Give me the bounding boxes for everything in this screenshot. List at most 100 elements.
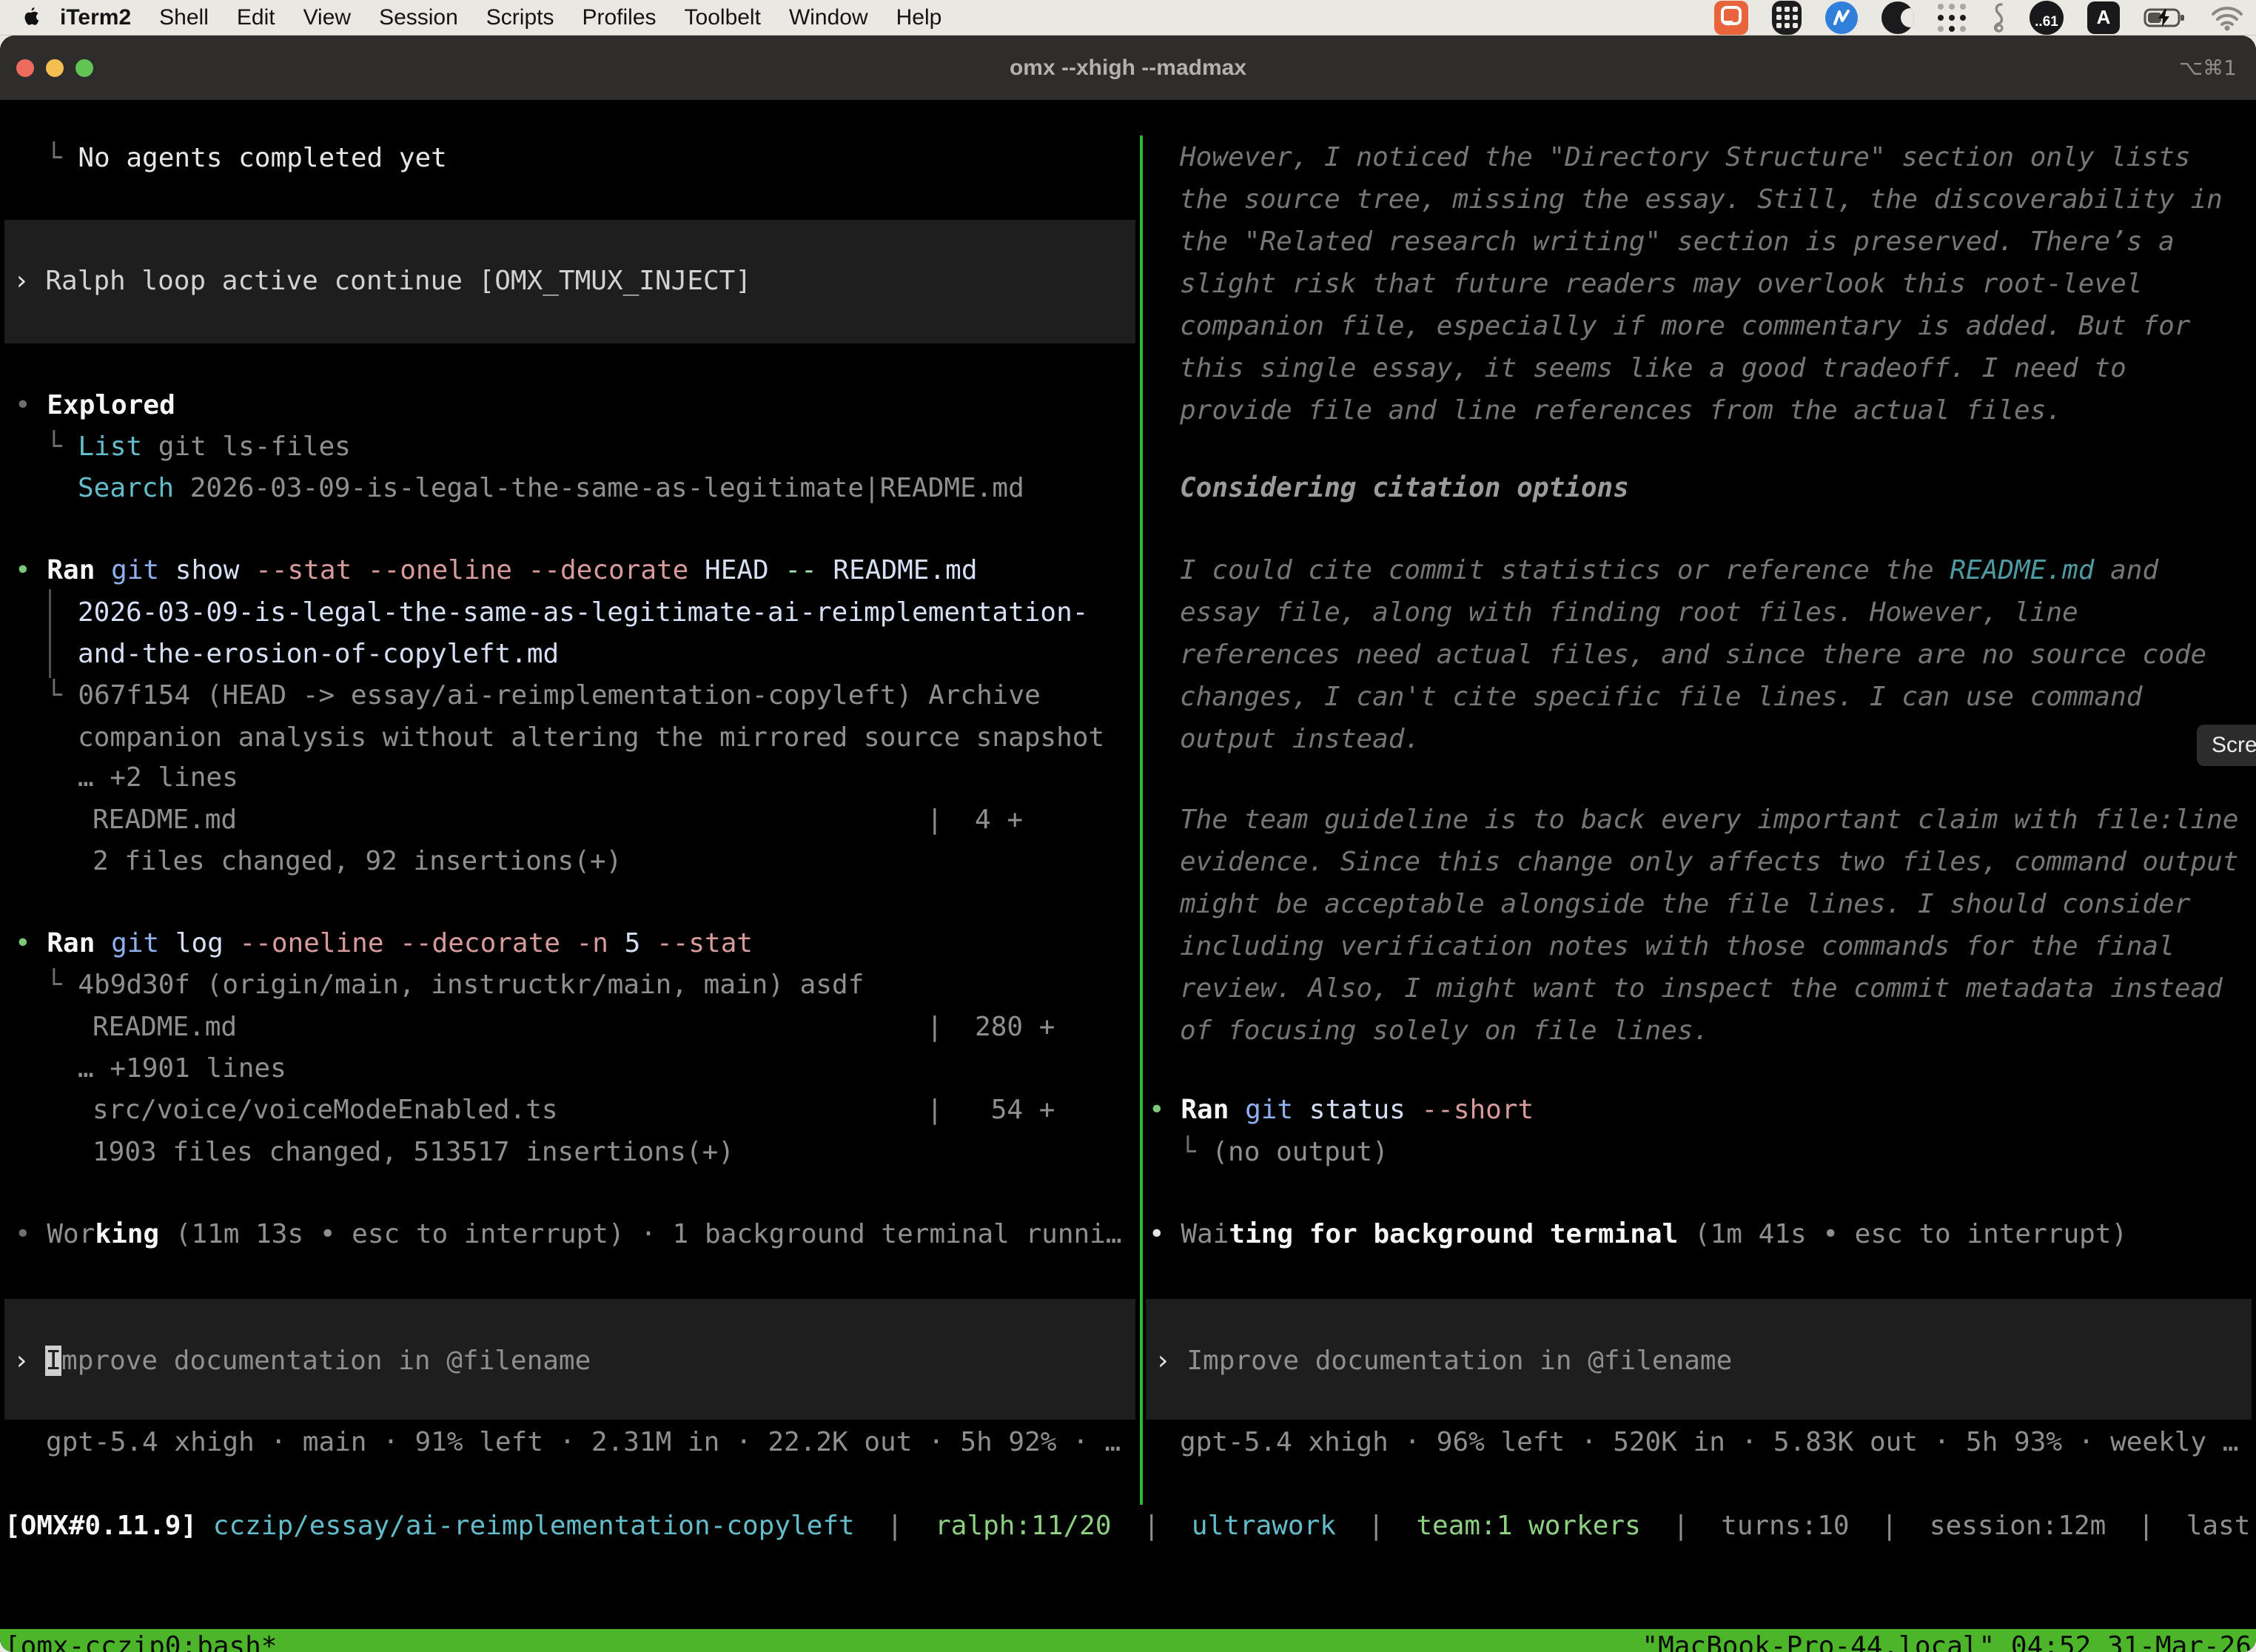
input-source-a-icon[interactable]: A	[2087, 0, 2120, 36]
text-segment: No agents completed yet	[78, 143, 447, 173]
text-segment: [OMX#0.11.9]	[4, 1511, 213, 1541]
terminal-lines-layer: └ No agents completed yet › Ralph loop ac…	[0, 36, 2256, 1652]
text-segment: •	[1149, 1095, 1181, 1125]
keypad-shield-icon[interactable]	[1772, 0, 1802, 36]
git-log-stat: README.md | 280 +	[93, 1006, 1055, 1048]
apple-menu-icon[interactable]	[22, 7, 40, 28]
blue-zigzag-badge-icon[interactable]	[1825, 0, 1858, 36]
reasoning-text: references need actual files, and since …	[1180, 634, 2206, 676]
tmux-host-clock: "MacBook-Pro-44.local" 04:52 31-Mar-26	[1642, 1629, 2252, 1652]
text-segment: README.md	[1950, 555, 2094, 585]
agents-status-line: └ No agents completed yet	[46, 137, 447, 179]
text-segment: 4b9d30f (origin/main, instructkr/main, m…	[78, 970, 864, 1000]
model-status-line: gpt-5.4 xhigh · main · 91% left · 2.31M …	[46, 1421, 1121, 1463]
reasoning-text: review. Also, I might want to inspect th…	[1180, 967, 2223, 1010]
reasoning-text: evidence. Since this change only affects…	[1180, 841, 2238, 883]
git-show-output: companion analysis without altering the …	[78, 716, 1104, 759]
battery-charging-icon[interactable]	[2143, 0, 2186, 36]
text-segment: Search	[78, 473, 174, 503]
text-segment: README.md | 4 +	[93, 805, 1023, 835]
text-segment: •	[15, 1219, 47, 1249]
text-segment: git	[111, 555, 175, 585]
git-log-stat: 1903 files changed, 513517 insertions(+)	[93, 1131, 734, 1173]
text-segment: ralph:11/20	[935, 1511, 1111, 1541]
text-segment: --stat --oneline --decorate	[255, 555, 705, 585]
menu-item-edit[interactable]: Edit	[223, 5, 289, 30]
text-segment: •	[1149, 1219, 1181, 1249]
text-segment: team:1 workers	[1416, 1511, 1640, 1541]
text-segment: 067f154 (HEAD -> essay/ai-reimplementati…	[78, 680, 1040, 711]
menu-status-icons: ..61 A	[1714, 0, 2244, 36]
menu-item-scripts[interactable]: Scripts	[472, 5, 568, 30]
text-segment: Ran	[47, 928, 111, 958]
menu-item-profiles[interactable]: Profiles	[568, 5, 670, 30]
text-segment: •	[15, 555, 47, 585]
ran-git-show: • Ran git show --stat --oneline --decora…	[15, 549, 978, 591]
prompt-input-text: › Improve documentation in @filename	[1155, 1340, 1732, 1382]
text-segment: |	[1641, 1511, 1721, 1541]
reasoning-text: However, I noticed the "Directory Struct…	[1180, 136, 2190, 178]
reasoning-text: might be acceptable alongside the file l…	[1180, 883, 2190, 925]
explored-header: • Explored	[15, 384, 175, 426]
menu-item-window[interactable]: Window	[775, 5, 882, 30]
text-segment: turns:10	[1721, 1511, 1849, 1541]
tmux-status-bar: [omx-cczip0:bash* "MacBook-Pro-44.local"…	[0, 1629, 2256, 1652]
text-segment: git ls-files	[142, 432, 351, 462]
text-segment: |	[1850, 1511, 1930, 1541]
terminal-area[interactable]: └ No agents completed yet › Ralph loop ac…	[0, 100, 2256, 1652]
chat-icon[interactable]	[1714, 0, 1748, 36]
text-segment: status	[1309, 1095, 1422, 1125]
text-segment: 2026-03-09-is-legal-the-same-as-legitima…	[78, 597, 1088, 628]
text-segment: show	[175, 555, 255, 585]
git-show-stat: 2 files changed, 92 insertions(+)	[93, 840, 622, 882]
tmux-session-label: [omx-cczip0:bash*	[4, 1629, 277, 1652]
iterm2-window: omx --xhigh --madmax ⌥⌘1 └ No agents com…	[0, 36, 2256, 1652]
text-segment: companion file, especially if more comme…	[1180, 311, 2190, 341]
text-segment: Ran	[47, 555, 111, 585]
text-segment: the "Related research writing" section i…	[1180, 226, 2175, 257]
reasoning-text: I could cite commit statistics or refere…	[1180, 549, 2158, 591]
menu-item-view[interactable]: View	[289, 5, 365, 30]
text-segment: 5	[625, 928, 657, 958]
menu-item-session[interactable]: Session	[365, 5, 472, 30]
text-segment: README.md	[833, 555, 977, 585]
text-segment: └	[46, 432, 78, 462]
text-segment: --oneline --decorate	[239, 928, 576, 958]
text-segment: log	[175, 928, 240, 958]
menu-item-shell[interactable]: Shell	[145, 5, 223, 30]
dark-crescent-icon[interactable]	[1881, 0, 1914, 36]
text-segment: └	[46, 970, 78, 1000]
text-segment: (1m 41s • esc to interrupt)	[1678, 1219, 2127, 1249]
waiting-status: • Waiting for background terminal (1m 41…	[1149, 1213, 2127, 1255]
text-segment: Improve documentation in @filename	[1186, 1346, 1732, 1376]
wifi-icon[interactable]	[2210, 0, 2244, 36]
text-segment: However, I noticed the "Directory Struct…	[1180, 142, 2190, 172]
text-segment: Ralph loop active continue [OMX_TMUX_INJ…	[45, 266, 751, 296]
text-segment: |	[1112, 1511, 1192, 1541]
text-segment: of focusing solely on file lines.	[1180, 1015, 1709, 1046]
text-segment: Considering citation options	[1180, 473, 1629, 503]
reasoning-text: including verification notes with those …	[1180, 925, 2175, 967]
text-segment: |	[855, 1511, 935, 1541]
squiggle-icon[interactable]	[1990, 0, 2006, 36]
menu-item-iterm2[interactable]: iTerm2	[46, 5, 145, 30]
text-segment: ›	[1155, 1346, 1186, 1376]
screen-notification-tooltip[interactable]: Scre	[2197, 725, 2256, 766]
menu-items: iTerm2ShellEditViewSessionScriptsProfile…	[46, 5, 956, 30]
dots-grid-icon[interactable]	[1938, 0, 1966, 36]
text-segment: List	[78, 432, 142, 462]
text-segment: and	[2094, 555, 2158, 585]
text-segment: (no output)	[1212, 1137, 1388, 1167]
ran-git-status: • Ran git status --short	[1149, 1089, 1534, 1131]
menu-item-help[interactable]: Help	[882, 5, 956, 30]
menu-item-toolbelt[interactable]: Toolbelt	[671, 5, 775, 30]
git-show-arg-wrap: 2026-03-09-is-legal-the-same-as-legitima…	[78, 591, 1088, 634]
text-segment: --stat	[657, 928, 753, 958]
text-segment: essay file, along with finding root file…	[1180, 597, 2078, 628]
text-segment: git	[1245, 1095, 1309, 1125]
badge-61-icon[interactable]: ..61	[2030, 0, 2064, 36]
text-segment: git	[111, 928, 175, 958]
macos-menu-bar: iTerm2ShellEditViewSessionScriptsProfile…	[0, 0, 2256, 36]
ralph-loop-prompt: › Ralph loop active continue [OMX_TMUX_I…	[13, 260, 751, 302]
text-segment: companion analysis without altering the …	[78, 722, 1104, 753]
